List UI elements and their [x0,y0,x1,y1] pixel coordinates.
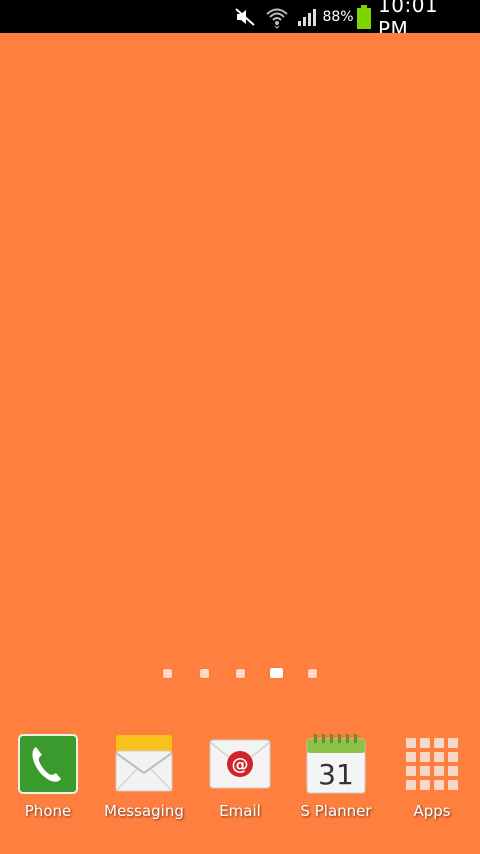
signal-icon [296,0,320,33]
phone-icon [16,732,80,796]
wifi-icon [264,0,290,33]
page-dot-3[interactable] [236,669,245,678]
email-icon: @ [208,732,272,796]
apps-label: Apps [413,802,451,820]
apps-drawer-button[interactable]: Apps [384,728,480,826]
status-bar[interactable]: 88% 10:01 PM [0,0,480,41]
messaging-app[interactable]: Messaging [96,728,192,826]
status-clock: 10:01 PM [378,0,439,41]
calendar-day: 31 [318,758,354,791]
calendar-icon: 31 [304,732,368,796]
page-dot-2[interactable] [200,669,209,678]
page-dot-1[interactable] [163,669,172,678]
battery-percent: 88% [322,8,354,25]
page-indicator [0,667,480,681]
s-planner-app[interactable]: 31 S Planner [288,728,384,826]
page-dot-5[interactable] [308,669,317,678]
page-dot-4-active[interactable] [270,668,283,678]
svg-text:@: @ [232,755,249,775]
email-label: Email [219,802,261,820]
messaging-label: Messaging [104,802,184,820]
phone-app[interactable]: Phone [0,728,96,826]
mute-icon [233,0,257,33]
messaging-icon [112,732,176,796]
phone-label: Phone [24,802,72,820]
apps-grid-icon [400,732,464,796]
s-planner-label: S Planner [300,802,372,820]
battery-icon [355,0,373,33]
dock: Phone Messaging @ Email 31 S Planner App… [0,728,480,828]
email-app[interactable]: @ Email [192,728,288,826]
